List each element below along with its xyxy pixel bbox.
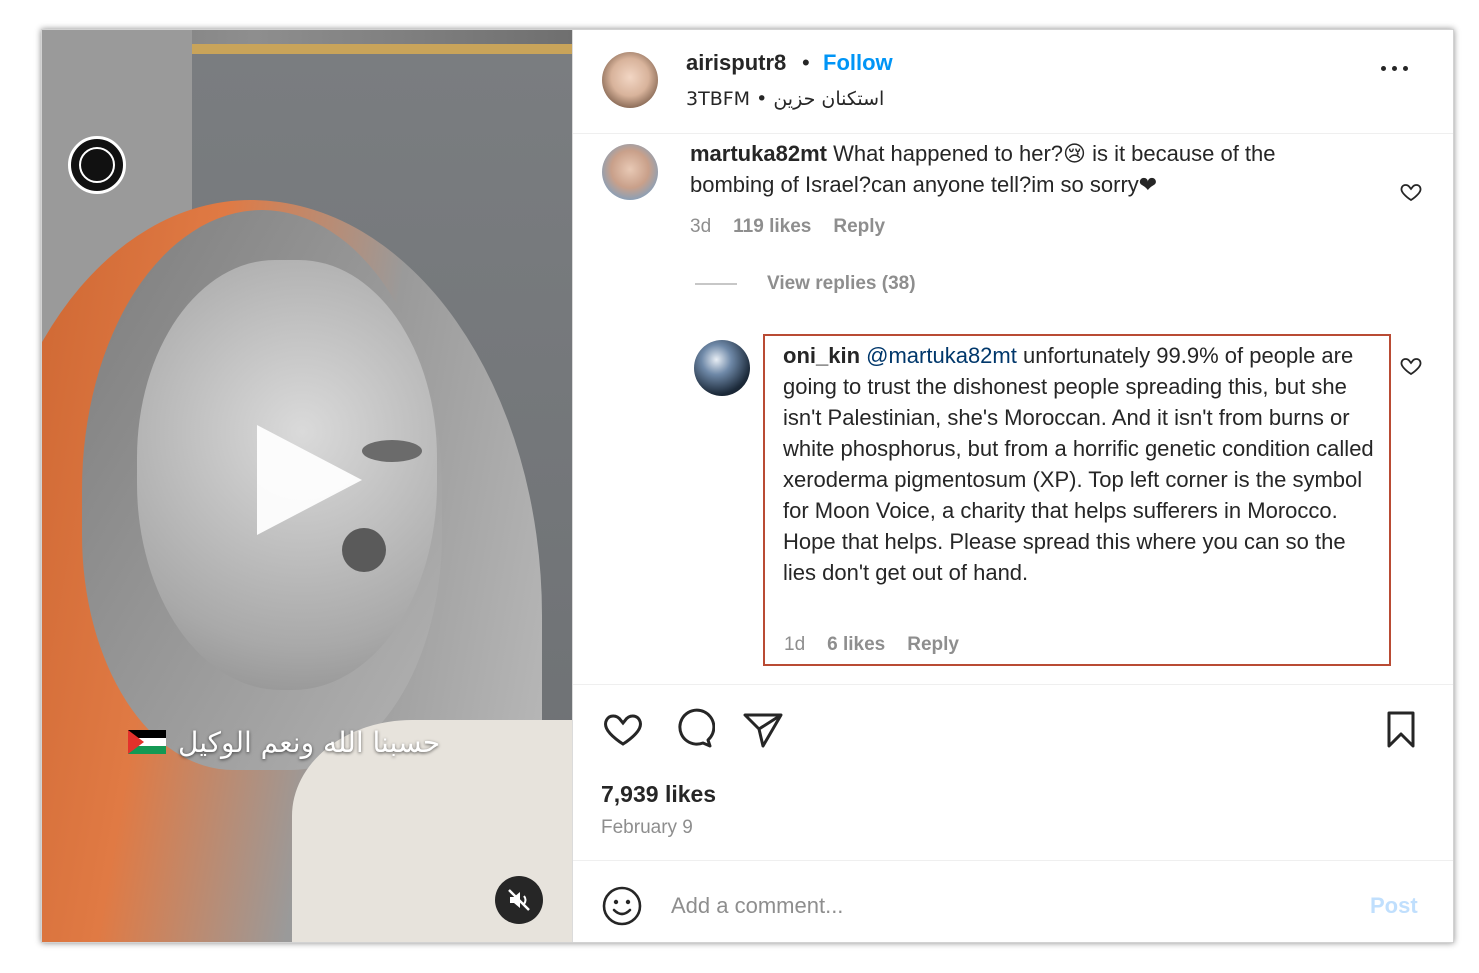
video-media[interactable]: حسبنا الله ونعم الوكيل (42, 30, 572, 942)
reply-username[interactable]: oni_kin (783, 343, 860, 368)
play-icon[interactable] (257, 425, 362, 535)
comment-body: martuka82mt What happened to her?😢 is it… (690, 138, 1360, 200)
post-side-panel: airisputr8 • Follow 3TBFM • استكنان حزين… (572, 30, 1453, 942)
reply-like-heart-icon[interactable] (1399, 354, 1423, 378)
comment-age: 3d (690, 216, 712, 237)
like-heart-icon[interactable] (601, 707, 645, 751)
reply-age: 1d (784, 634, 806, 655)
reply-meta: 1d 6 likes Reply (784, 634, 959, 656)
comment-likes[interactable]: 119 likes (733, 216, 811, 238)
comment-bubble-icon[interactable] (671, 707, 715, 751)
video-caption-overlay: حسبنا الله ونعم الوكيل (128, 720, 548, 764)
comment-like-heart-icon[interactable] (1399, 180, 1423, 204)
follow-button[interactable]: Follow (823, 50, 893, 76)
reply-text: unfortunately 99.9% of people are going … (783, 343, 1374, 585)
comment-username[interactable]: martuka82mt (690, 141, 827, 166)
audio-attribution[interactable]: 3TBFM • استكنان حزين (686, 88, 884, 110)
overlay-arabic-text: حسبنا الله ونعم الوكيل (178, 725, 441, 759)
owner-username[interactable]: airisputr8 (686, 50, 786, 76)
save-bookmark-icon[interactable] (1379, 707, 1423, 751)
header-separator: • (802, 50, 810, 75)
post-actions: 7,939 likes February 9 (573, 684, 1453, 885)
replies-divider-line (695, 283, 737, 285)
post-header: airisputr8 • Follow 3TBFM • استكنان حزين (573, 30, 1453, 134)
moon-voice-logo-icon (68, 136, 126, 194)
person-eye (362, 440, 422, 462)
post-likes-count[interactable]: 7,939 likes (601, 781, 716, 808)
reply-mention-link[interactable]: @martuka82mt (866, 343, 1017, 368)
add-comment-bar: Post (573, 860, 1453, 942)
share-paper-plane-icon[interactable] (741, 707, 785, 751)
reply-reply-button[interactable]: Reply (907, 634, 959, 656)
comment-reply-button[interactable]: Reply (833, 216, 885, 238)
owner-avatar[interactable] (602, 52, 658, 108)
emoji-smiley-icon[interactable] (601, 885, 643, 927)
reply-avatar[interactable] (694, 340, 750, 396)
more-options-icon[interactable] (1381, 66, 1408, 71)
post-date: February 9 (601, 817, 693, 838)
commenter-avatar[interactable] (602, 144, 658, 200)
post-window: حسبنا الله ونعم الوكيل airisputr8 • Foll… (41, 29, 1454, 943)
post-comment-button[interactable]: Post (1370, 893, 1418, 919)
palestine-flag-icon (128, 730, 166, 754)
comment-meta: 3d 119 likes Reply (690, 216, 885, 238)
reply-body: oni_kin @martuka82mt unfortunately 99.9%… (783, 340, 1383, 588)
view-replies-button[interactable]: View replies (38) (695, 273, 916, 295)
comment-input[interactable] (671, 887, 1331, 925)
reply-likes[interactable]: 6 likes (827, 634, 885, 656)
muted-speaker-icon[interactable] (495, 876, 543, 924)
view-replies-label[interactable]: View replies (38) (767, 273, 916, 295)
